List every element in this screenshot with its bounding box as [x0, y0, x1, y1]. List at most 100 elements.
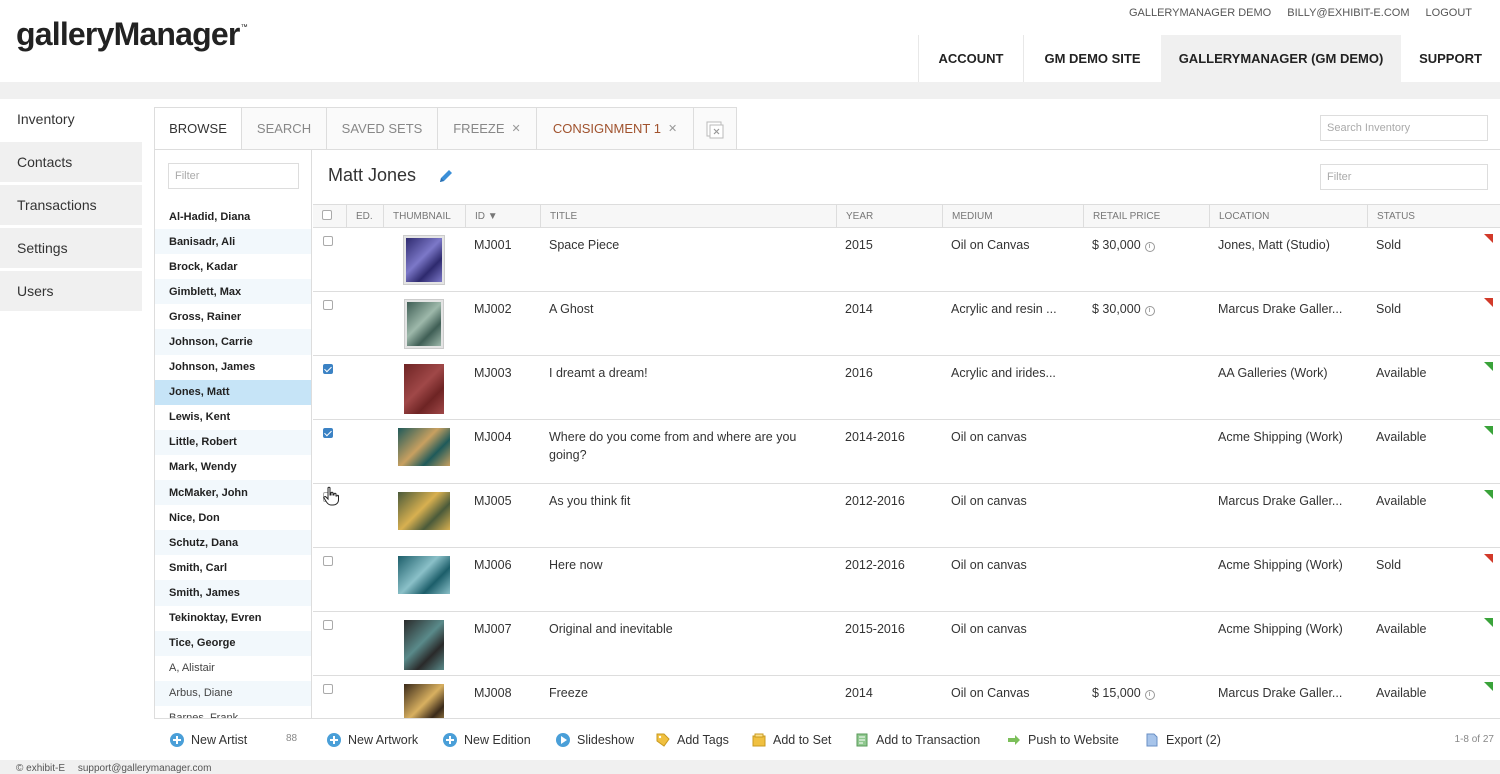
artist-list-item[interactable]: Gimblett, Max	[155, 279, 311, 305]
table-row[interactable]: MJ003 I dreamt a dream! 2016 Acrylic and ir…	[313, 356, 1500, 420]
account-name-link[interactable]: GALLERYMANAGER DEMO	[1129, 7, 1271, 19]
artwork-title[interactable]: A Ghost	[549, 300, 819, 318]
artwork-thumbnail[interactable]	[404, 364, 444, 414]
artist-list-item[interactable]: Smith, Carl	[155, 555, 311, 580]
artist-list-item[interactable]: A, Alistair	[155, 656, 311, 681]
artist-list-item[interactable]: Jones, Matt	[155, 379, 311, 405]
artist-list-item[interactable]: Schutz, Dana	[155, 530, 311, 556]
inventory-filter-input[interactable]: Filter	[1320, 164, 1488, 190]
push-to-website-button[interactable]: Push to Website	[1007, 731, 1119, 749]
artist-list-item[interactable]: Tekinoktay, Evren	[155, 606, 311, 631]
close-icon[interactable]: ✕	[668, 122, 677, 135]
table-row[interactable]: MJ002 A Ghost 2014 Acrylic and resin ... $ 3…	[313, 292, 1500, 356]
column-title[interactable]: TITLE	[540, 205, 836, 227]
artwork-thumbnail[interactable]	[398, 428, 450, 466]
export-button[interactable]: Export (2)	[1145, 731, 1221, 749]
artist-list-item[interactable]: Johnson, Carrie	[155, 329, 311, 355]
nav-tab-gm-demo-site[interactable]: GM DEMO SITE	[1023, 35, 1161, 82]
artist-list-item[interactable]: Brock, Kadar	[155, 254, 311, 279]
artwork-thumbnail[interactable]	[404, 236, 444, 284]
artist-list-item[interactable]: McMaker, John	[155, 480, 311, 506]
tab-search[interactable]: SEARCH	[241, 107, 327, 150]
row-checkbox[interactable]	[323, 364, 333, 374]
sidebar-item-users[interactable]: Users	[0, 271, 142, 311]
artist-list-item[interactable]: Lewis, Kent	[155, 405, 311, 430]
artwork-title[interactable]: Where do you come from and where are you…	[549, 428, 819, 464]
column-medium[interactable]: MEDIUM	[942, 205, 1083, 227]
add-to-set-button[interactable]: Add to Set	[752, 731, 831, 749]
sidebar-item-inventory[interactable]: Inventory	[0, 99, 142, 139]
table-row[interactable]: MJ005 As you think fit 2012-2016 Oil on can…	[313, 484, 1500, 548]
column-location[interactable]: LOCATION	[1209, 205, 1367, 227]
artwork-title[interactable]: Freeze	[549, 684, 819, 702]
artist-list-item[interactable]: Banisadr, Ali	[155, 229, 311, 255]
artist-list-item[interactable]: Johnson, James	[155, 355, 311, 380]
tab-browse[interactable]: BROWSE	[154, 107, 242, 150]
artist-list-item[interactable]: Barnes, Frank	[155, 706, 311, 718]
artist-list-item[interactable]: Al-Hadid, Diana	[155, 204, 311, 229]
row-checkbox[interactable]	[323, 556, 333, 566]
tab-consignment-1[interactable]: CONSIGNMENT 1 ✕	[536, 107, 694, 150]
artwork-thumbnail[interactable]	[398, 492, 450, 530]
info-icon[interactable]: i	[1144, 306, 1155, 316]
new-artist-button[interactable]: New Artist	[170, 731, 247, 749]
artist-filter-input[interactable]: Filter	[168, 163, 299, 189]
artwork-thumbnail[interactable]	[405, 300, 443, 348]
artwork-title[interactable]: As you think fit	[549, 492, 819, 510]
artist-list-item[interactable]: Little, Robert	[155, 429, 311, 455]
tab-freeze[interactable]: FREEZE ✕	[437, 107, 537, 150]
user-email-link[interactable]: BILLY@EXHIBIT-E.COM	[1287, 7, 1409, 19]
add-to-transaction-button[interactable]: Add to Transaction	[855, 731, 980, 749]
artwork-title[interactable]: Here now	[549, 556, 819, 574]
column-retail-price[interactable]: RETAIL PRICE	[1083, 205, 1209, 227]
artwork-thumbnail[interactable]	[404, 620, 444, 670]
sidebar-item-settings[interactable]: Settings	[0, 228, 142, 268]
artwork-thumbnail[interactable]	[398, 556, 450, 594]
new-artwork-button[interactable]: New Artwork	[327, 731, 418, 749]
new-edition-button[interactable]: New Edition	[443, 731, 531, 749]
add-tags-button[interactable]: Add Tags	[656, 731, 729, 749]
artist-list-item[interactable]: Nice, Don	[155, 505, 311, 530]
select-all-header[interactable]	[313, 205, 346, 227]
artist-list-item[interactable]: Gross, Rainer	[155, 304, 311, 329]
artwork-title[interactable]: Original and inevitable	[549, 620, 819, 638]
row-checkbox[interactable]	[323, 684, 333, 694]
slideshow-button[interactable]: Slideshow	[556, 731, 634, 749]
table-row[interactable]: MJ008 Freeze 2014 Oil on Canvas $ 15,000 i Mar…	[313, 676, 1500, 718]
column-edition[interactable]: ED.	[346, 205, 383, 227]
logout-link[interactable]: LOGOUT	[1426, 7, 1472, 19]
artist-list-item[interactable]: Smith, James	[155, 580, 311, 606]
info-icon[interactable]: i	[1144, 690, 1155, 700]
info-icon[interactable]: i	[1144, 242, 1155, 252]
support-email-link[interactable]: support@gallerymanager.com	[78, 763, 212, 774]
artwork-title[interactable]: Space Piece	[549, 236, 819, 254]
artist-list-item[interactable]: Mark, Wendy	[155, 455, 311, 480]
table-row[interactable]: MJ004 Where do you come from and where ar…	[313, 420, 1500, 484]
column-id[interactable]: ID ▼	[465, 205, 540, 227]
table-row[interactable]: MJ001 Space Piece 2015 Oil on Canvas $ 30,00…	[313, 228, 1500, 292]
nav-tab-gallerymanager[interactable]: GALLERYMANAGER (GM DEMO)	[1161, 35, 1401, 82]
row-checkbox[interactable]	[323, 620, 333, 630]
column-status[interactable]: STATUS	[1367, 205, 1500, 227]
search-inventory-input[interactable]: Search Inventory	[1320, 115, 1488, 141]
artwork-title[interactable]: I dreamt a dream!	[549, 364, 819, 382]
nav-tab-support[interactable]: SUPPORT	[1401, 35, 1500, 82]
table-row[interactable]: MJ007 Original and inevitable 2015-2016 Oil…	[313, 612, 1500, 676]
artist-list-item[interactable]: Arbus, Diane	[155, 680, 311, 706]
close-all-tabs-button[interactable]	[693, 107, 737, 150]
logo[interactable]: galleryManager™	[16, 16, 248, 53]
sidebar-item-contacts[interactable]: Contacts	[0, 142, 142, 182]
tab-saved-sets[interactable]: SAVED SETS	[326, 107, 438, 150]
close-icon[interactable]: ✕	[512, 122, 521, 135]
sidebar-item-transactions[interactable]: Transactions	[0, 185, 142, 225]
column-thumbnail[interactable]: THUMBNAIL	[383, 205, 465, 227]
table-row[interactable]: MJ006 Here now 2012-2016 Oil on canvas Acme …	[313, 548, 1500, 612]
row-checkbox[interactable]	[323, 300, 333, 310]
nav-tab-account[interactable]: ACCOUNT	[918, 35, 1023, 82]
row-checkbox[interactable]	[323, 428, 333, 438]
column-year[interactable]: YEAR	[836, 205, 942, 227]
select-all-checkbox[interactable]	[322, 210, 332, 220]
pencil-icon[interactable]	[436, 166, 456, 186]
artwork-thumbnail[interactable]	[404, 684, 444, 718]
row-checkbox[interactable]	[323, 236, 333, 246]
